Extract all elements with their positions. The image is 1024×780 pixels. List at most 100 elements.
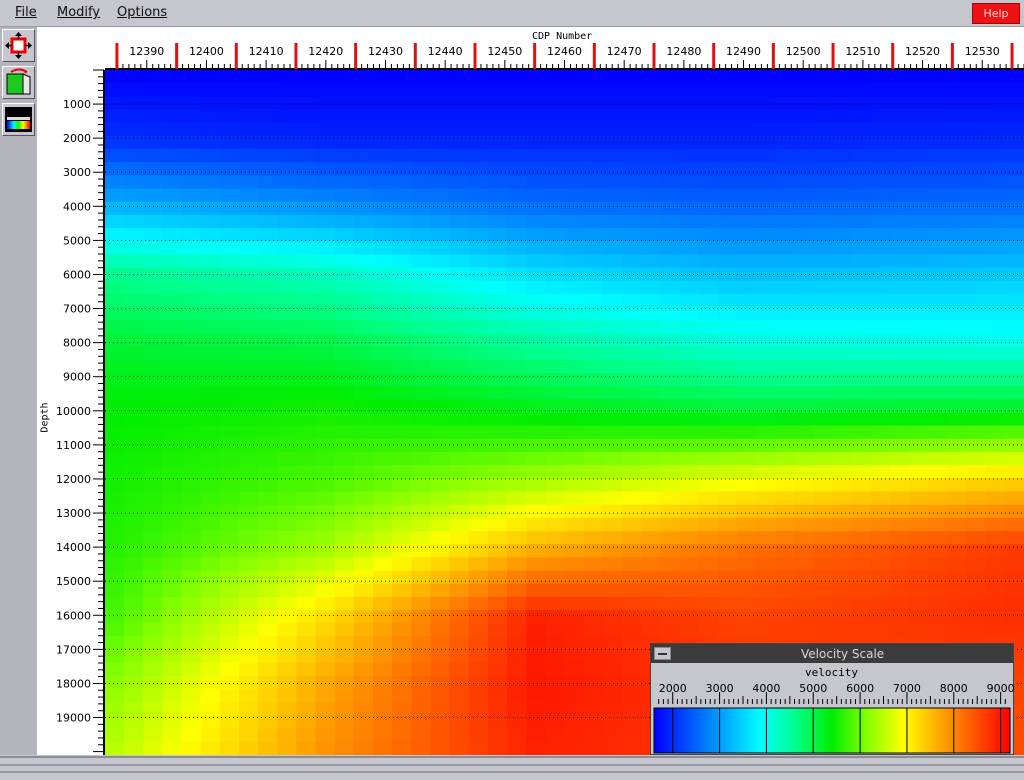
velocity-scale-titlebar[interactable]: Velocity Scale	[651, 644, 1013, 663]
heatmap-cell	[181, 570, 202, 585]
heatmap-cell	[775, 610, 795, 624]
heatmap-cell	[698, 372, 719, 387]
heatmap-cell	[717, 214, 738, 229]
velocity-scale-title: Velocity Scale	[801, 647, 885, 661]
heatmap-cell	[239, 372, 259, 387]
heatmap-cell	[755, 583, 776, 598]
heatmap-cell	[315, 83, 336, 98]
heatmap-cell	[181, 70, 202, 84]
heatmap-cell	[105, 478, 125, 493]
heatmap-cell	[258, 662, 279, 677]
heatmap-cell	[105, 636, 125, 651]
help-button[interactable]: Help	[972, 3, 1020, 24]
heatmap-cell	[334, 293, 355, 308]
heatmap-cell	[315, 544, 336, 559]
heatmap-cell	[277, 412, 298, 427]
heatmap-cell	[219, 649, 240, 664]
heatmap-cell	[296, 359, 317, 374]
heatmap-cell	[124, 741, 144, 755]
heatmap-cell	[373, 359, 393, 374]
file-menu[interactable]: File	[15, 5, 37, 20]
heatmap-cell	[755, 228, 776, 242]
heatmap-cell	[717, 531, 738, 545]
heatmap-cell	[411, 149, 432, 163]
heatmap-cell	[468, 109, 489, 124]
y-tick-label: 16000	[56, 609, 91, 622]
heatmap-cell	[526, 531, 547, 545]
heatmap-cell	[717, 280, 738, 295]
heatmap-cell	[258, 452, 279, 466]
heatmap-cell	[621, 359, 642, 374]
heatmap-cell	[889, 175, 910, 190]
heatmap-cell	[889, 623, 910, 638]
color-scale-button[interactable]	[2, 103, 35, 136]
heatmap-cell	[909, 504, 929, 519]
heatmap-cell	[105, 280, 125, 295]
heatmap-cell	[315, 333, 336, 348]
heatmap-cell	[755, 70, 776, 84]
heatmap-cell	[239, 570, 259, 585]
move-tool-button[interactable]	[2, 29, 35, 62]
heatmap-cell	[602, 149, 623, 163]
heatmap-cell	[660, 465, 681, 480]
heatmap-cell	[143, 689, 164, 704]
heatmap-cell	[373, 452, 393, 466]
heatmap-cell	[889, 557, 910, 572]
heatmap-cell	[870, 517, 891, 532]
heatmap-cell	[392, 741, 413, 755]
heatmap-cell	[545, 662, 566, 677]
heatmap-cell	[660, 109, 681, 124]
heatmap-cell	[641, 320, 661, 335]
heatmap-cell	[507, 412, 527, 427]
heatmap-cell	[775, 320, 795, 335]
heatmap-cell	[851, 241, 872, 256]
heatmap-cell	[660, 491, 681, 506]
heatmap-cell	[277, 96, 298, 111]
heatmap-cell	[181, 689, 202, 704]
velocity-scale-window[interactable]: Velocity Scale velocity 2000 3000 4000 5000…	[650, 643, 1015, 755]
heatmap-cell	[353, 662, 374, 677]
heatmap-cell	[832, 596, 853, 611]
heatmap-cell	[334, 280, 355, 295]
heatmap-cell	[660, 623, 681, 638]
heatmap-cell	[105, 491, 125, 506]
modify-menu[interactable]: Modify	[57, 5, 100, 20]
heatmap-cell	[430, 372, 451, 387]
options-menu[interactable]: Options	[117, 5, 167, 20]
heatmap-cell	[162, 149, 183, 163]
heatmap-cell	[200, 412, 221, 427]
heatmap-cell	[1004, 70, 1024, 84]
heatmap-cell	[775, 188, 795, 203]
heatmap-cell	[985, 293, 1006, 308]
heatmap-cell	[219, 214, 240, 229]
heatmap-cell	[832, 425, 853, 440]
heatmap-cell	[870, 386, 891, 401]
heatmap-cell	[392, 452, 413, 466]
heatmap-cell	[813, 359, 834, 374]
heatmap-cell	[277, 241, 298, 256]
heatmap-cell	[258, 372, 279, 387]
heatmap-cell	[143, 162, 164, 177]
heatmap-cell	[621, 293, 642, 308]
heatmap-cell	[602, 372, 623, 387]
heatmap-cell	[736, 320, 757, 335]
heatmap-cell	[621, 122, 642, 137]
heatmap-cell	[621, 623, 642, 638]
heatmap-cell	[219, 741, 240, 755]
heatmap-cell	[181, 386, 202, 401]
heatmap-cell	[200, 517, 221, 532]
heatmap-cell	[143, 583, 164, 598]
heatmap-cell	[947, 70, 968, 84]
heatmap-cell	[526, 517, 547, 532]
heatmap-cell	[296, 517, 317, 532]
page-flip-button[interactable]	[2, 66, 35, 99]
heatmap-cell	[258, 583, 279, 598]
heatmap-cell	[698, 504, 719, 519]
heatmap-cell	[966, 531, 987, 545]
heatmap-cell	[909, 544, 929, 559]
heatmap-cell	[564, 583, 585, 598]
window-menu-button[interactable]	[654, 647, 671, 660]
heatmap-cell	[449, 425, 470, 440]
heatmap-cell	[239, 175, 259, 190]
heatmap-cell	[143, 96, 164, 111]
